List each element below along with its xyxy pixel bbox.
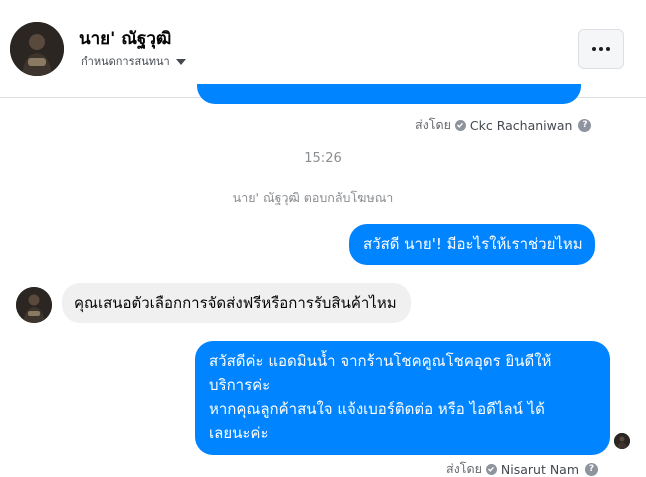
incoming-message[interactable]: คุณเสนอตัวเลือกการจัดส่งฟรีหรือการรับสิน… [62, 283, 411, 323]
more-horizontal-icon [592, 47, 596, 51]
contact-avatar[interactable] [10, 22, 64, 76]
check-circle-icon [485, 463, 497, 475]
more-options-button[interactable] [578, 29, 624, 69]
message-line: สวัสดีค่ะ แอดมินน้ำ จากร้านโชคคูณโชคอุดร… [209, 352, 552, 370]
help-icon[interactable]: ? [578, 118, 592, 132]
message-line: เลยนะค่ะ [209, 424, 269, 442]
conversation-settings-dropdown[interactable]: กำหนดการสนทนา [81, 52, 186, 70]
help-icon[interactable]: ? [585, 462, 599, 476]
outgoing-message[interactable]: สวัสดี นาย'! มีอะไรให้เราช่วยไหม [349, 224, 595, 265]
previous-message-bubble[interactable] [197, 84, 581, 104]
message-timestamp: 15:26 [304, 151, 342, 166]
sender-avatar[interactable] [16, 287, 52, 323]
ad-reply-notice: นาย' ณัฐวุฒิ ตอบกลับโฆษณา [232, 190, 394, 205]
contact-name[interactable]: นาย' ณัฐวุฒิ [79, 25, 171, 52]
seen-indicator-avatar [614, 433, 630, 449]
conversation-settings-label: กำหนดการสนทนา [81, 55, 170, 68]
check-circle-icon [454, 119, 466, 131]
caret-down-icon [175, 59, 186, 65]
sent-by-label: ส่งโดย Ckc Rachaniwan ? [415, 115, 592, 135]
outgoing-message[interactable]: สวัสดีค่ะ แอดมินน้ำ จากร้านโชคคูณโชคอุดร… [195, 341, 610, 455]
message-line: บริการค่ะ [209, 376, 271, 394]
sender-name[interactable]: Nisarut Nam [501, 462, 579, 477]
sender-name[interactable]: Ckc Rachaniwan [470, 118, 573, 133]
sent-by-label: ส่งโดย Nisarut Nam ? [446, 459, 599, 477]
message-line: หากคุณลูกค้าสนใจ แจ้งเบอร์ติดต่อ หรือ ไอ… [209, 400, 545, 418]
